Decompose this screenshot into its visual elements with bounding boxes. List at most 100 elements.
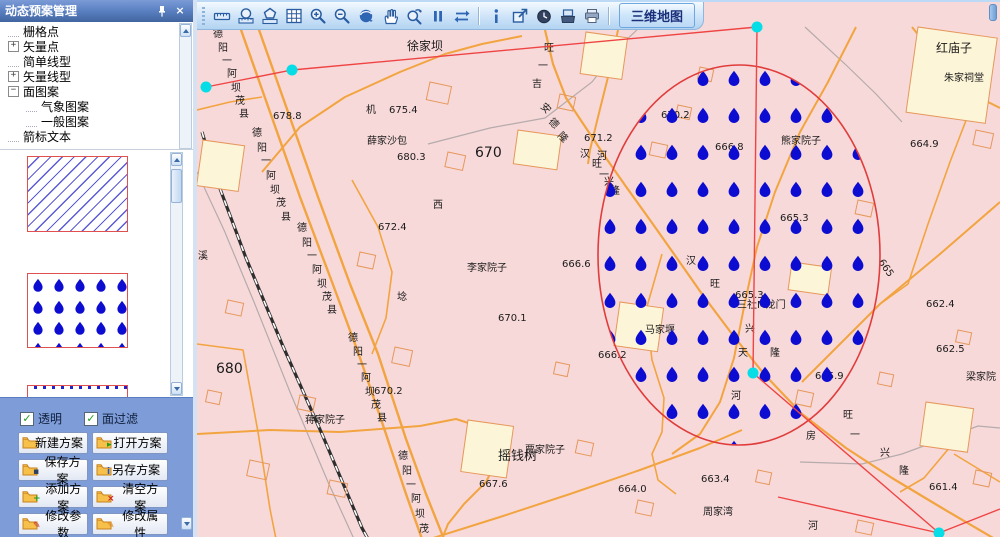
map-label: 阳 bbox=[302, 237, 312, 249]
map-label: 县 bbox=[239, 108, 249, 120]
pattern-swatch-raindrop[interactable] bbox=[27, 273, 128, 348]
map-label: 阳 bbox=[353, 346, 363, 358]
map-label: 阿 bbox=[361, 372, 371, 384]
map-label: 安 bbox=[538, 100, 554, 116]
tree-item-矢量点[interactable]: +矢量点 bbox=[0, 39, 176, 54]
tree-scroll-up-icon[interactable] bbox=[180, 24, 191, 37]
plan-vertex-handle[interactable] bbox=[201, 82, 212, 93]
map-label: 阿 bbox=[266, 170, 276, 182]
map-label: 德 bbox=[546, 115, 562, 131]
tree-item-矢量线型[interactable]: +矢量线型 bbox=[0, 69, 176, 84]
map-label: 675.4 bbox=[389, 105, 418, 116]
panel-scroll-down-icon[interactable] bbox=[181, 517, 192, 530]
toolbar-grip[interactable] bbox=[202, 7, 205, 25]
layer-tree: 栅格点+矢量点简单线型+矢量线型−面图案气象图案一般图案箭标文本 bbox=[0, 22, 176, 149]
badge-add-icon: + bbox=[33, 495, 41, 504]
raindrop-glyph bbox=[75, 322, 84, 335]
tree-item-简单线型[interactable]: 简单线型 bbox=[0, 54, 176, 69]
plan-vertex-handle[interactable] bbox=[752, 22, 763, 33]
impact-zone-circle[interactable] bbox=[598, 65, 880, 445]
map-label: 德 bbox=[398, 449, 408, 462]
pan-icon[interactable] bbox=[379, 5, 401, 26]
pattern-swatch-hatch[interactable] bbox=[27, 156, 128, 232]
plan-manager-panel: 动态预案管理 × 栅格点+矢量点简单线型+矢量线型−面图案气象图案一般图案箭标文… bbox=[0, 0, 194, 537]
filter-options: ✓透明 ✓面过滤 bbox=[20, 410, 138, 427]
plan-button-清空方案[interactable]: ×清空方案 bbox=[92, 486, 168, 508]
map-label: 670.1 bbox=[498, 313, 527, 324]
plan-vertex-handle[interactable] bbox=[748, 368, 759, 379]
checkbox-box[interactable]: ✓ bbox=[20, 412, 34, 426]
globe-icon[interactable] bbox=[355, 5, 377, 26]
tree-item-一般图案[interactable]: 一般图案 bbox=[0, 114, 176, 129]
save-icon[interactable] bbox=[557, 5, 579, 26]
map-label: 661.4 bbox=[929, 482, 958, 493]
clock-icon[interactable] bbox=[533, 5, 555, 26]
checkbox-面过滤[interactable]: ✓面过滤 bbox=[84, 410, 138, 427]
measure-distance-icon[interactable] bbox=[211, 5, 233, 26]
grid-icon[interactable] bbox=[283, 5, 305, 26]
map-canvas[interactable]: 徐家坝红庙子朱家祠堂678.8机675.4薛家沙包680.3670671.267… bbox=[197, 2, 1000, 537]
map-label: 672.4 bbox=[378, 222, 407, 233]
badge-edit2-icon: ✎ bbox=[107, 522, 115, 531]
map-label: 河 bbox=[808, 520, 818, 532]
raindrop-glyph bbox=[33, 343, 42, 347]
map-label: 664.9 bbox=[910, 139, 939, 150]
map-label: 663.4 bbox=[701, 474, 730, 485]
pattern-scroll-up-icon[interactable] bbox=[171, 153, 182, 166]
map-scroll-handle[interactable] bbox=[989, 4, 997, 21]
info-icon[interactable] bbox=[485, 5, 507, 26]
close-icon[interactable]: × bbox=[173, 4, 187, 18]
raindrop-glyph bbox=[54, 279, 63, 292]
plan-button-保存方案[interactable]: ▪保存方案 bbox=[18, 459, 88, 481]
measure-polygon-icon[interactable] bbox=[259, 5, 281, 26]
tree-item-气象图案[interactable]: 气象图案 bbox=[0, 99, 176, 114]
measure-round-icon[interactable] bbox=[235, 5, 257, 26]
tree-connector bbox=[26, 117, 37, 127]
tree-item-label: 箭标文本 bbox=[23, 128, 71, 145]
map-viewport[interactable]: 徐家坝红庙子朱家祠堂678.8机675.4薛家沙包680.3670671.267… bbox=[197, 0, 1000, 537]
plan-vertex-handle[interactable] bbox=[287, 65, 298, 76]
map-label: 埝 bbox=[397, 290, 407, 303]
tree-scrollbar[interactable] bbox=[179, 23, 192, 149]
tree-item-面图案[interactable]: −面图案 bbox=[0, 84, 176, 99]
collapse-icon[interactable]: − bbox=[8, 86, 19, 97]
checkbox-透明[interactable]: ✓透明 bbox=[20, 410, 62, 427]
raindrop-glyph bbox=[75, 343, 84, 347]
pin-icon[interactable] bbox=[155, 4, 169, 18]
tree-item-箭标文本[interactable]: 箭标文本 bbox=[0, 129, 176, 144]
map-label: 阳 bbox=[402, 465, 412, 477]
pause-icon[interactable] bbox=[427, 5, 449, 26]
checkbox-box[interactable]: ✓ bbox=[84, 412, 98, 426]
plan-button-添加方案[interactable]: +添加方案 bbox=[18, 486, 88, 508]
map-label: 一 bbox=[261, 156, 271, 167]
plan-button-另存方案[interactable]: i另存方案 bbox=[92, 459, 168, 481]
expand-icon[interactable]: + bbox=[8, 71, 19, 82]
plan-button-新建方案[interactable]: 新建方案 bbox=[18, 432, 88, 454]
raindrop-glyph bbox=[117, 279, 126, 292]
map-label: 666.6 bbox=[562, 259, 591, 270]
zoom-prev-icon[interactable] bbox=[403, 5, 425, 26]
plan-button-修改属性[interactable]: ✎修改属性 bbox=[92, 513, 168, 535]
pattern-scrollbar[interactable] bbox=[170, 152, 183, 396]
expand-icon[interactable]: + bbox=[8, 41, 19, 52]
map-label: 一 bbox=[307, 251, 317, 262]
zoom-out-icon[interactable] bbox=[331, 5, 353, 26]
print-icon[interactable] bbox=[581, 5, 603, 26]
plan-button-修改参数[interactable]: ✎修改参数 bbox=[18, 513, 88, 535]
map-label: 一 bbox=[357, 360, 367, 371]
zoom-in-icon[interactable] bbox=[307, 5, 329, 26]
map-label: 德 bbox=[252, 126, 262, 139]
pattern-scroll-thumb[interactable] bbox=[171, 169, 182, 203]
panel-titlebar: 动态预案管理 × bbox=[0, 0, 193, 22]
pattern-scroll-down-icon[interactable] bbox=[171, 382, 182, 395]
map-label: 县 bbox=[327, 304, 337, 316]
swap-icon[interactable] bbox=[451, 5, 473, 26]
raindrop-glyph bbox=[33, 279, 42, 292]
plan-button-打开方案[interactable]: ▸打开方案 bbox=[92, 432, 168, 454]
map-label: 667.6 bbox=[479, 479, 508, 490]
export-icon[interactable] bbox=[509, 5, 531, 26]
map-3d-button[interactable]: 三维地图 bbox=[619, 3, 695, 28]
map-label: 旺 bbox=[544, 43, 554, 54]
tree-item-栅格点[interactable]: 栅格点 bbox=[0, 24, 176, 39]
map-label: 662.4 bbox=[926, 299, 955, 310]
